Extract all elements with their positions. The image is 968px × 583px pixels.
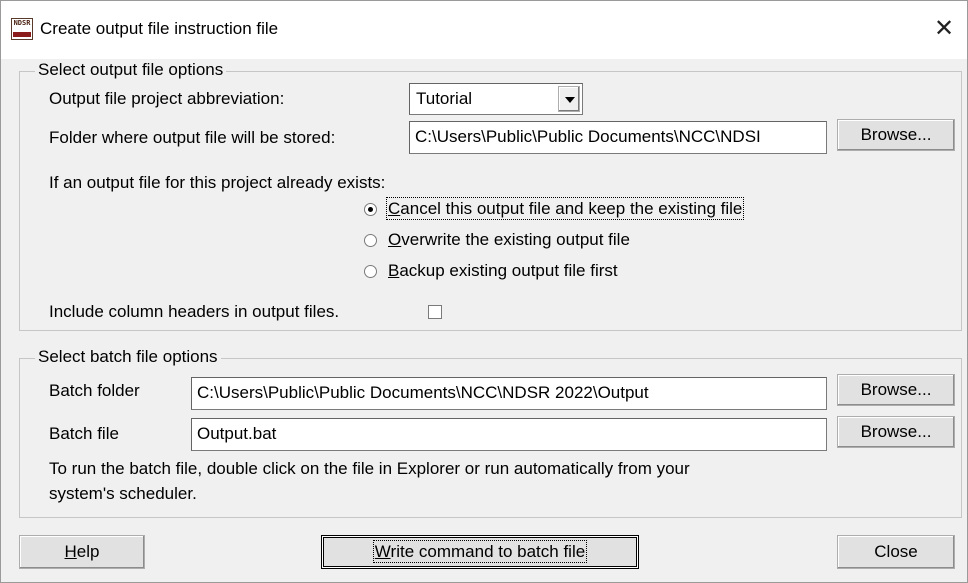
close-icon[interactable]: ✕ bbox=[931, 15, 957, 41]
write-rest: rite command to batch file bbox=[390, 542, 586, 561]
batch-folder-field[interactable]: C:\Users\Public\Public Documents\NCC\NDS… bbox=[191, 377, 827, 410]
radio-cancel-text: Cancel this output file and keep the exi… bbox=[385, 197, 745, 220]
abbrev-value: Tutorial bbox=[416, 89, 473, 108]
batch-options-group-label: Select batch file options bbox=[35, 347, 221, 367]
help-rest: elp bbox=[76, 542, 100, 561]
headers-checkbox[interactable] bbox=[428, 305, 442, 319]
write-mnemonic: W bbox=[374, 542, 391, 561]
write-command-text: Write command to batch file bbox=[372, 540, 588, 563]
abbrev-label: Output file project abbreviation: bbox=[49, 89, 285, 108]
help-mnemonic: H bbox=[64, 542, 77, 561]
radio-backup-mnemonic: B bbox=[388, 261, 400, 280]
batch-file-field[interactable]: Output.bat bbox=[191, 418, 827, 451]
close-button[interactable]: Close bbox=[837, 535, 955, 569]
app-icon-text: NDSR bbox=[13, 19, 31, 27]
write-command-button[interactable]: Write command to batch file bbox=[321, 535, 639, 569]
help-button[interactable]: Help bbox=[19, 535, 145, 569]
exists-label: If an output file for this project alrea… bbox=[49, 173, 386, 192]
ndsr-app-icon: NDSR bbox=[11, 18, 33, 40]
batch-file-label: Batch file bbox=[49, 424, 119, 443]
radio-cancel-rest: ancel this output file and keep the exis… bbox=[400, 199, 743, 218]
batch-folder-label: Batch folder bbox=[49, 381, 140, 400]
app-icon-bar bbox=[13, 32, 31, 37]
radio-backup-rest: ackup existing output file first bbox=[399, 261, 618, 280]
output-folder-browse-button[interactable]: Browse... bbox=[837, 119, 955, 151]
output-folder-field[interactable]: C:\Users\Public\Public Documents\NCC\NDS… bbox=[409, 121, 827, 154]
headers-label: Include column headers in output files. bbox=[49, 302, 340, 321]
abbrev-select[interactable]: Tutorial bbox=[409, 83, 583, 115]
batch-file-browse-button[interactable]: Browse... bbox=[837, 416, 955, 448]
radio-overwrite-mnemonic: O bbox=[388, 230, 402, 249]
output-folder-label: Folder where output file will be stored: bbox=[49, 128, 336, 147]
radio-cancel[interactable] bbox=[364, 203, 377, 216]
radio-overwrite-rest: verwrite the existing output file bbox=[401, 230, 630, 249]
batch-folder-browse-button[interactable]: Browse... bbox=[837, 374, 955, 406]
window-title: Create output file instruction file bbox=[40, 19, 279, 38]
output-options-group-label: Select output file options bbox=[35, 60, 227, 80]
radio-overwrite-label[interactable]: Overwrite the existing output file bbox=[388, 230, 630, 250]
chevron-down-icon[interactable] bbox=[558, 86, 580, 112]
radio-cancel-mnemonic: C bbox=[388, 199, 401, 218]
dialog-window: NDSR Create output file instruction file… bbox=[0, 0, 968, 583]
title-bar[interactable]: NDSR Create output file instruction file… bbox=[1, 1, 967, 59]
batch-note-line2: system's scheduler. bbox=[49, 484, 197, 503]
radio-cancel-label[interactable]: Cancel this output file and keep the exi… bbox=[385, 197, 745, 220]
radio-backup-label[interactable]: Backup existing output file first bbox=[388, 261, 618, 281]
radio-overwrite[interactable] bbox=[364, 234, 377, 247]
radio-backup[interactable] bbox=[364, 265, 377, 278]
batch-note-line1: To run the batch file, double click on t… bbox=[49, 459, 690, 478]
